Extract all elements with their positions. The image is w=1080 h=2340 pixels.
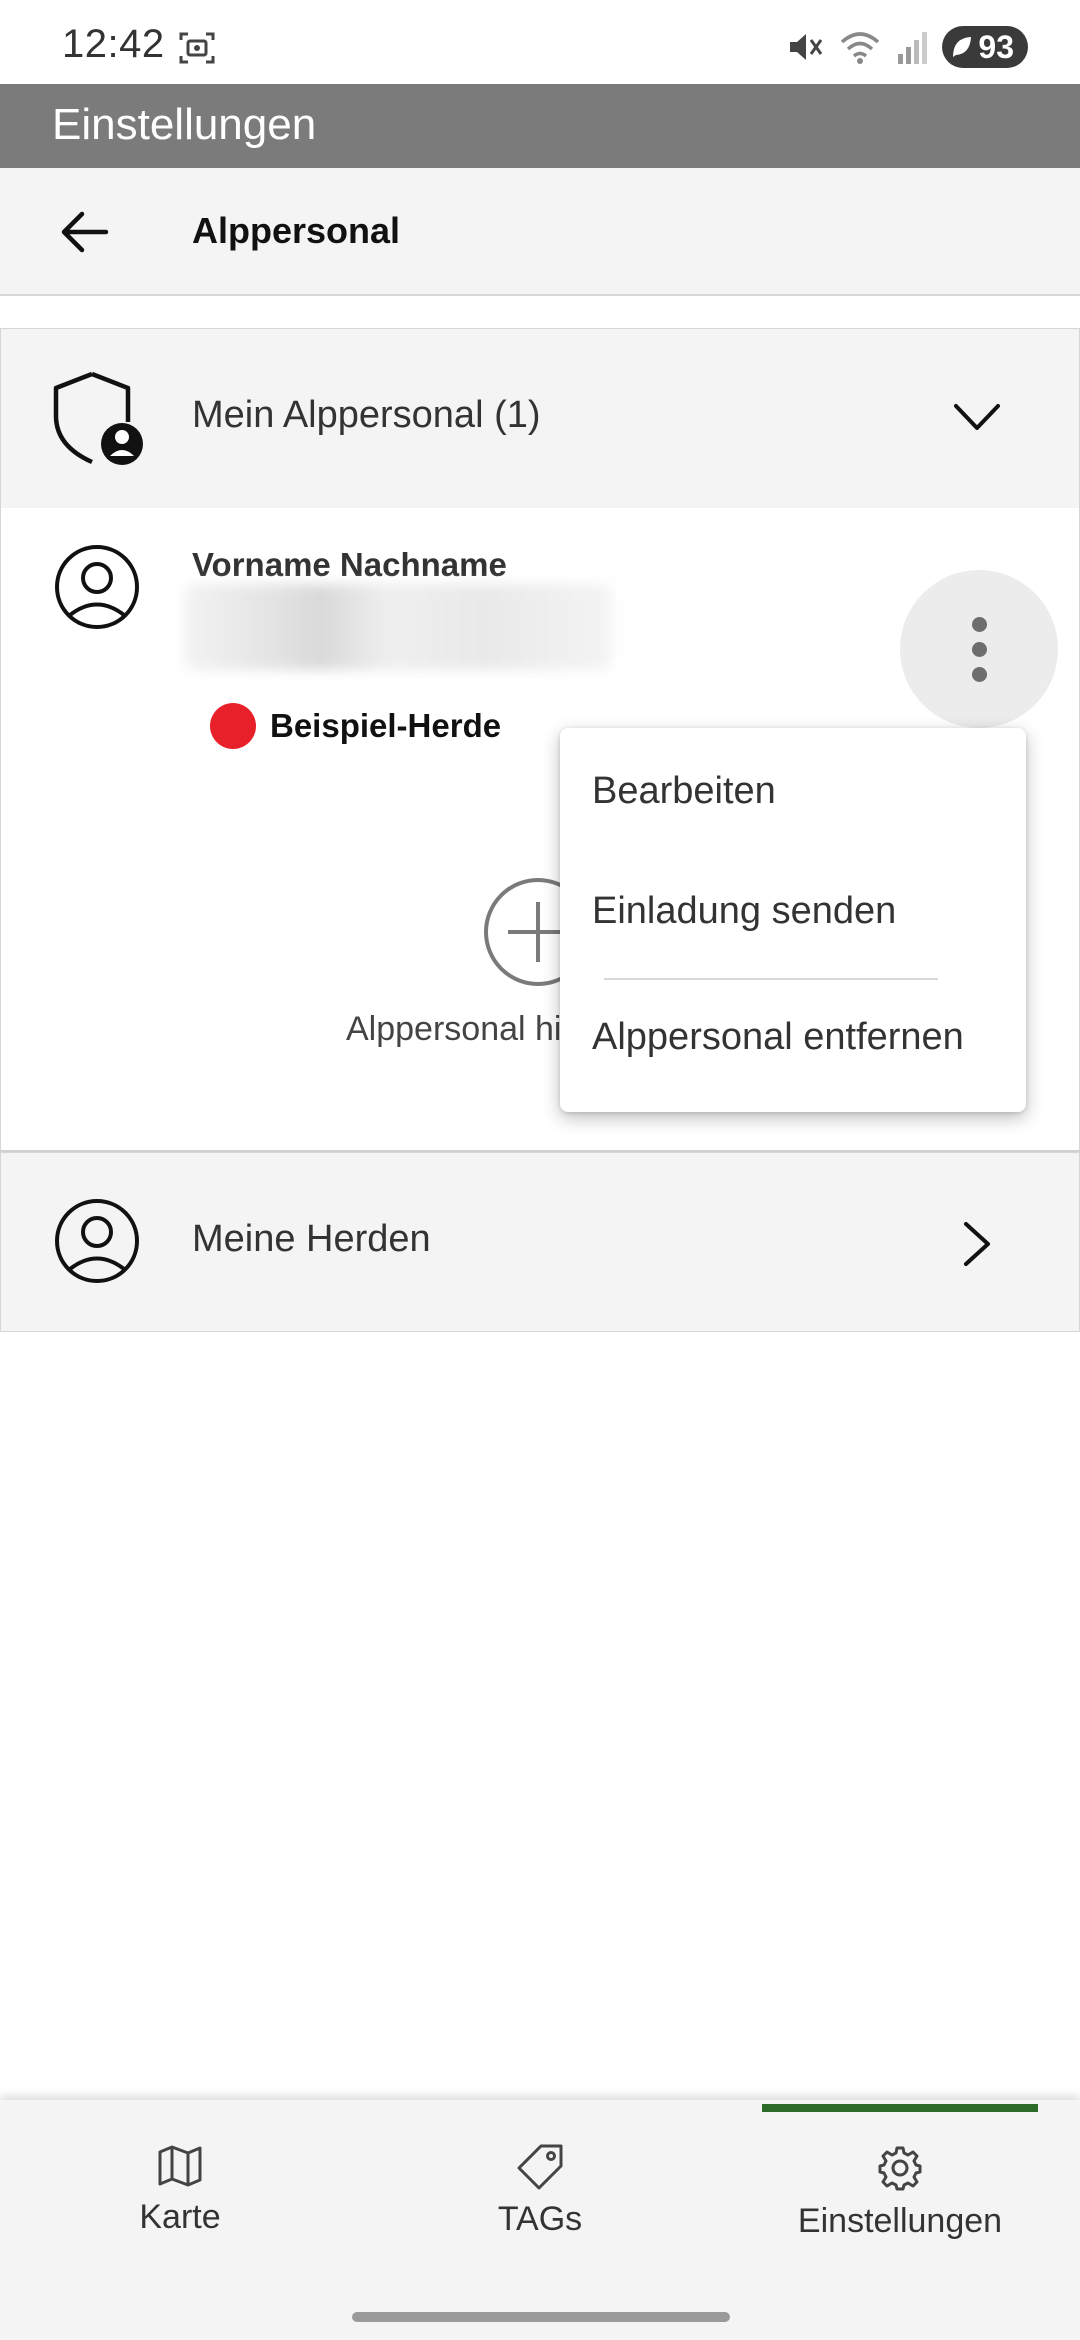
status-icons: 93 (786, 24, 1028, 70)
menu-item-remove-personal[interactable]: Alppersonal entfernen (592, 1016, 964, 1059)
leaf-icon (953, 37, 972, 57)
nav-item-tags[interactable]: TAGs (390, 2136, 690, 2239)
map-icon (158, 2145, 202, 2187)
wifi-icon (841, 32, 880, 64)
battery-level: 93 (978, 28, 1014, 65)
tag-icon (517, 2144, 563, 2190)
active-tab-indicator (762, 2104, 1038, 2112)
section-my-herds[interactable] (0, 1152, 1080, 1332)
user-circle-icon (55, 1199, 139, 1283)
section-my-herds-label: Meine Herden (192, 1218, 431, 1260)
nav-label-settings: Einstellungen (797, 2202, 1003, 2240)
menu-item-send-invitation[interactable]: Einladung senden (592, 890, 896, 933)
status-time: 12:42 (62, 22, 165, 66)
page-title: Alppersonal (192, 210, 401, 251)
chevron-down-icon[interactable] (952, 398, 1002, 436)
person-name: Vorname Nachname (192, 546, 507, 583)
arrow-left-icon[interactable] (56, 204, 116, 260)
nav-label-tags: TAGs (497, 2200, 583, 2238)
gear-icon (878, 2146, 922, 2191)
herd-name: Beispiel-Herde (270, 707, 502, 744)
section-my-personal-label: Mein Alppersonal (1) (192, 394, 541, 436)
nav-item-settings[interactable]: Einstellungen (750, 2136, 1050, 2241)
sub-header (0, 168, 1080, 296)
context-menu: Bearbeiten Einladung senden Alppersonal … (560, 728, 1026, 1112)
menu-item-edit[interactable]: Bearbeiten (592, 770, 776, 813)
redacted-contact-info (184, 584, 612, 670)
nav-item-map[interactable]: Karte (30, 2136, 330, 2237)
shield-user-icon (53, 371, 143, 465)
home-indicator[interactable] (352, 2312, 730, 2322)
herd-color-dot (210, 703, 256, 749)
mute-icon (790, 34, 823, 60)
user-circle-icon (55, 545, 139, 629)
app-bar-title: Einstellungen (52, 100, 317, 149)
menu-divider (604, 978, 938, 980)
nav-label-map: Karte (139, 2198, 221, 2236)
battery-icon: 93 (942, 26, 1028, 68)
signal-icon (898, 32, 928, 64)
chevron-right-icon[interactable] (960, 1220, 994, 1268)
more-vert-icon (971, 616, 987, 682)
more-options-button[interactable] (900, 570, 1058, 728)
screenshot-icon (179, 32, 215, 64)
